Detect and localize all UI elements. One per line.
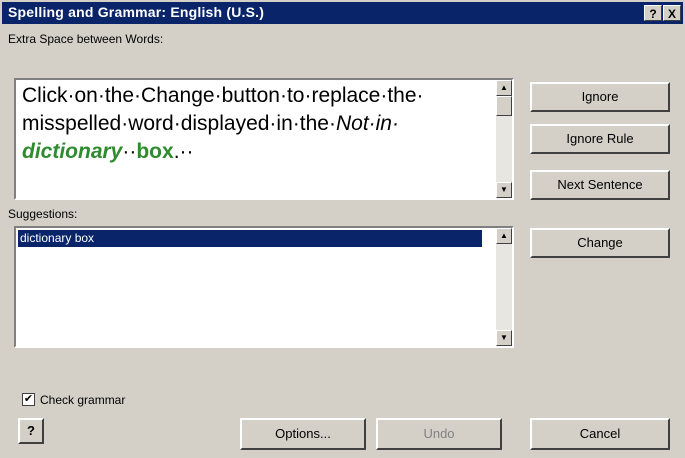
- close-button[interactable]: X: [663, 5, 681, 21]
- ignore-button[interactable]: Ignore: [530, 82, 670, 112]
- scroll-thumb[interactable]: [496, 96, 512, 116]
- sentence-line-2: misspelled·word·displayed·in·the·Not·in·: [22, 112, 399, 136]
- check-grammar-label[interactable]: Check grammar: [40, 393, 125, 407]
- next-sentence-button[interactable]: Next Sentence: [530, 170, 670, 200]
- extra-space: ··: [122, 140, 137, 163]
- ignore-rule-button[interactable]: Ignore Rule: [530, 124, 670, 154]
- sentence-text: misspelled·word·displayed·in·the·: [22, 112, 336, 135]
- scroll-down-icon[interactable]: ▼: [496, 182, 512, 198]
- suggestions-scrollbar[interactable]: ▲ ▼: [496, 228, 512, 346]
- sentence-box[interactable]: Click·on·the·Change·button·to·replace·th…: [14, 78, 514, 200]
- title-bar[interactable]: Spelling and Grammar: English (U.S.) ? X: [2, 2, 683, 24]
- sentence-scrollbar[interactable]: ▲ ▼: [496, 80, 512, 198]
- sentence-italic-text: Not·in·: [335, 112, 399, 135]
- suggestion-item[interactable]: dictionary box: [18, 230, 482, 247]
- spelling-grammar-dialog: Spelling and Grammar: English (U.S.) ? X…: [0, 0, 685, 458]
- error-word: dictionary: [22, 140, 123, 163]
- sentence-end: .··: [173, 140, 194, 163]
- suggestions-label: Suggestions:: [8, 207, 78, 221]
- scroll-up-icon[interactable]: ▲: [496, 228, 512, 244]
- help-icon[interactable]: ?: [18, 418, 44, 444]
- cancel-button[interactable]: Cancel: [530, 418, 670, 450]
- check-grammar-checkbox[interactable]: ✔: [22, 393, 35, 406]
- sentence-line-3: dictionary··box.··: [22, 140, 194, 164]
- sentence-line-1: Click·on·the·Change·button·to·replace·th…: [22, 84, 424, 107]
- help-title-button[interactable]: ?: [644, 5, 662, 21]
- issue-label: Extra Space between Words:: [8, 32, 164, 46]
- suggestions-list[interactable]: dictionary box ▲ ▼: [14, 226, 514, 348]
- options-button[interactable]: Options...: [240, 418, 366, 450]
- window-title: Spelling and Grammar: English (U.S.): [8, 4, 265, 20]
- undo-button[interactable]: Undo: [376, 418, 502, 450]
- error-word-2: box: [136, 140, 174, 163]
- change-button[interactable]: Change: [530, 228, 670, 258]
- scroll-up-icon[interactable]: ▲: [496, 80, 512, 96]
- scroll-down-icon[interactable]: ▼: [496, 330, 512, 346]
